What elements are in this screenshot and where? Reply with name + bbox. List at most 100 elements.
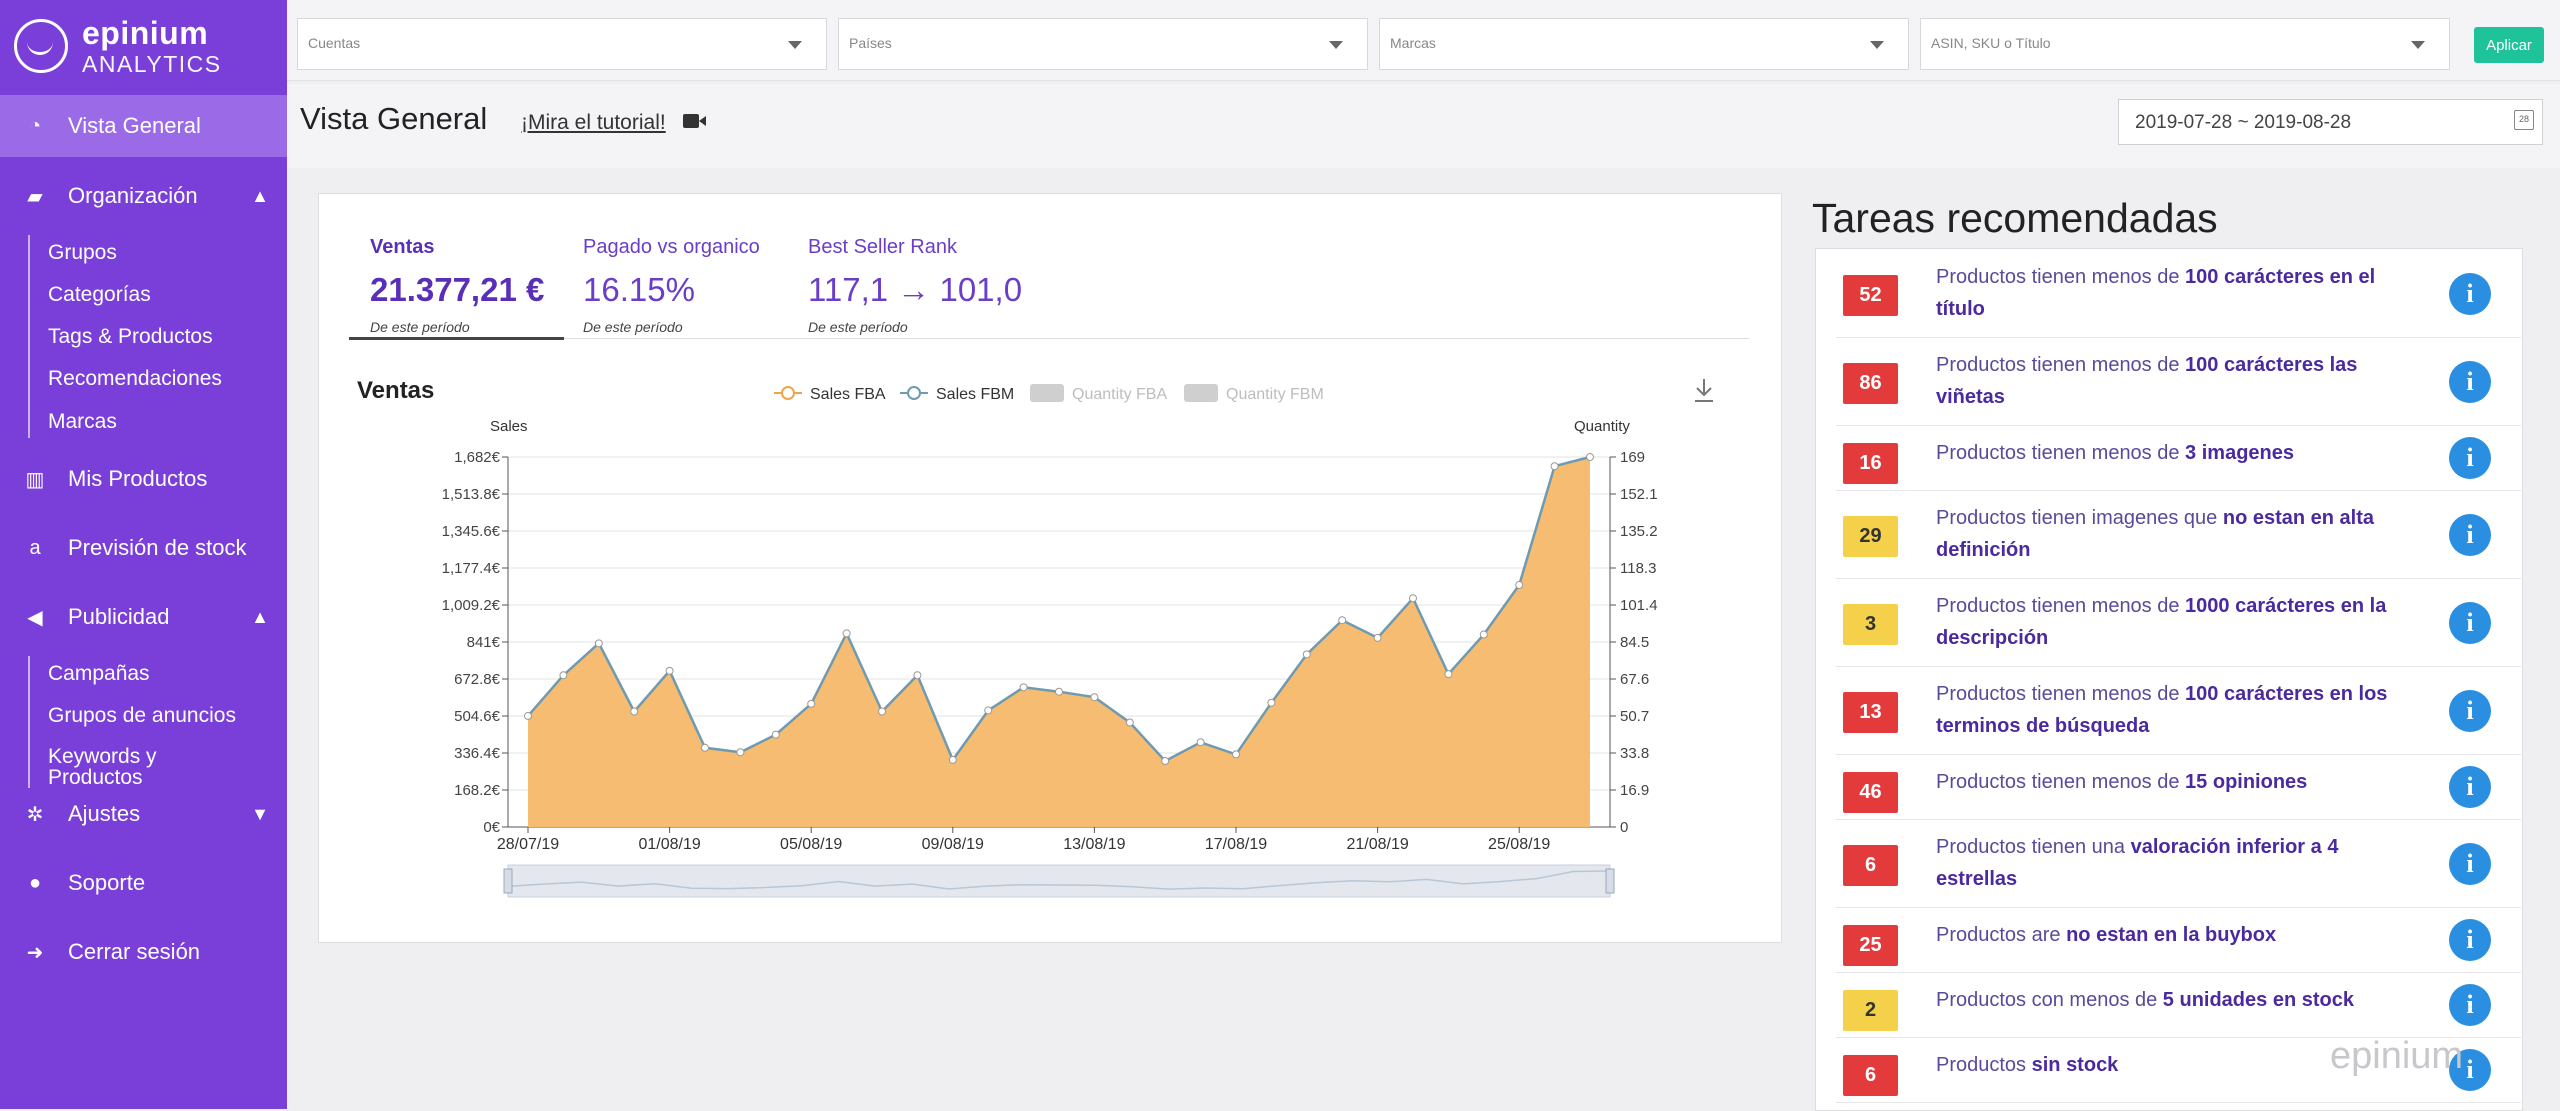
y-tick-label: 504.6€ (454, 708, 501, 725)
task-count-badge: 3 (1843, 604, 1898, 645)
sidebar-item-label: Mis Productos (68, 466, 208, 491)
info-icon[interactable]: i (2449, 919, 2491, 961)
asin-select[interactable]: ASIN, SKU o Título (1920, 18, 2450, 70)
legend-label[interactable]: Quantity FBM (1226, 386, 1324, 403)
info-icon[interactable]: i (2449, 984, 2491, 1026)
task-row[interactable]: 16 Productos tienen menos de 3 imagenes i (1836, 425, 2521, 491)
task-text: Productos tienen menos de 3 imagenes (1936, 437, 2416, 469)
legend-label[interactable]: Quantity FBA (1072, 386, 1167, 403)
caret-down-icon (788, 41, 802, 49)
sidebar-subitem-keywords-productos[interactable]: Keywords y Productos (48, 746, 157, 788)
info-icon[interactable]: i (2449, 602, 2491, 644)
y2-tick-label: 84.5 (1620, 634, 1649, 651)
select-placeholder: Cuentas (308, 35, 361, 51)
chevron-down-icon: ▼ (251, 803, 269, 824)
sidebar-item-prevision-stock[interactable]: a Previsión de stock (0, 517, 287, 579)
x-tick-label: 05/08/19 (780, 836, 842, 853)
data-point (1479, 630, 1488, 639)
info-icon[interactable]: i (2449, 273, 2491, 315)
y2-tick-label: 50.7 (1620, 708, 1649, 725)
legend-label[interactable]: Sales FBM (936, 386, 1014, 403)
info-icon[interactable]: i (2449, 690, 2491, 732)
task-text-prefix: Productos tienen menos de (1936, 354, 2186, 376)
x-tick-label: 28/07/19 (497, 836, 559, 853)
video-camera-icon[interactable] (683, 114, 706, 128)
sidebar-subitem-tags-productos[interactable]: Tags & Productos (48, 325, 213, 349)
task-row[interactable]: 2 Productos con menos de 5 unidades en st… (1836, 972, 2521, 1038)
date-range-picker[interactable]: 2019-07-28 ~ 2019-08-28 28 (2118, 99, 2543, 145)
task-text-prefix: Productos are (1936, 924, 2067, 946)
cuentas-select[interactable]: Cuentas (297, 18, 827, 70)
data-point (1055, 687, 1063, 696)
sidebar-subitem-grupos-anuncios[interactable]: Grupos de anuncios (48, 704, 236, 728)
legend-swatch (1184, 384, 1218, 402)
task-text: Productos tienen una valoración inferior… (1936, 831, 2416, 895)
task-row[interactable]: 52 Productos tienen menos de 100 carácter… (1836, 249, 2521, 338)
chevron-up-icon: ▲ (251, 606, 269, 627)
data-point (948, 755, 957, 764)
zoom-handle-left[interactable] (503, 868, 513, 894)
task-text-prefix: Productos tienen menos de (1936, 266, 2186, 288)
sidebar-item-organizacion[interactable]: ▰ Organización ▲ (0, 165, 287, 227)
task-row[interactable]: 46 Productos tienen menos de 15 opiniones… (1836, 754, 2521, 820)
task-text-highlight: 5 unidades en stock (2162, 989, 2354, 1011)
kpi-period: De este período (808, 319, 908, 335)
info-icon[interactable]: i (2449, 766, 2491, 808)
y2-tick-label: 169 (1620, 449, 1645, 466)
kpi-label: Ventas (370, 236, 435, 258)
sidebar-item-cerrar-sesion[interactable]: ➜ Cerrar sesión (0, 921, 287, 983)
task-row[interactable]: 29 Productos tienen imagenes que no estan… (1836, 490, 2521, 579)
sidebar-item-label: Vista General (68, 113, 201, 138)
zoom-handle-right[interactable] (1605, 868, 1615, 894)
y2-axis-label: Quantity (1574, 418, 1630, 435)
sidebar-item-label: Previsión de stock (68, 535, 247, 560)
logo[interactable]: epinium ANALYTICS (0, 0, 287, 92)
y2-tick-label: 135.2 (1620, 523, 1658, 540)
task-text-highlight: 3 imagenes (2185, 442, 2294, 464)
kpi-label: Best Seller Rank (808, 236, 957, 258)
caret-down-icon (1870, 41, 1884, 49)
sidebar-subitem-marcas[interactable]: Marcas (48, 410, 117, 434)
y2-tick-label: 0 (1620, 819, 1628, 836)
sidebar-subitem-categorias[interactable]: Categorías (48, 283, 151, 307)
task-row[interactable]: 86 Productos tienen menos de 100 carácter… (1836, 337, 2521, 426)
y-tick-label: 672.8€ (454, 671, 501, 688)
legend-label[interactable]: Sales FBA (810, 386, 886, 403)
sidebar-item-vista-general[interactable]: ◔ Vista General (0, 95, 287, 157)
task-count-badge: 29 (1843, 516, 1898, 557)
y-axis-label: Sales (490, 418, 528, 435)
task-text: Productos tienen menos de 1000 caráctere… (1936, 590, 2416, 654)
sidebar-subitem-grupos[interactable]: Grupos (48, 241, 117, 265)
sidebar-item-mis-productos[interactable]: ▥ Mis Productos (0, 448, 287, 510)
y-tick-label: 168.2€ (454, 782, 501, 799)
sidebar-item-soporte[interactable]: ● Soporte (0, 852, 287, 914)
kpi-ventas[interactable]: Ventas 21.377,21 € De este período (370, 236, 544, 335)
sidebar-item-ajustes[interactable]: ✲ Ajustes ▼ (0, 783, 287, 845)
sidebar-subitem-campanas[interactable]: Campañas (48, 662, 150, 686)
task-row[interactable]: 6 Productos tienen una valoración inferio… (1836, 819, 2521, 908)
megaphone-icon: ◀ (27, 606, 43, 629)
caret-down-icon (1329, 41, 1343, 49)
info-icon[interactable]: i (2449, 843, 2491, 885)
task-row[interactable]: 25 Productos are no estan en la buybox i (1836, 907, 2521, 973)
y-tick-label: 0€ (483, 819, 500, 836)
y-tick-label: 1,513.8€ (442, 486, 501, 503)
sidebar-item-publicidad[interactable]: ◀ Publicidad ▲ (0, 586, 287, 648)
task-text-prefix: Productos tienen menos de (1936, 771, 2186, 793)
tutorial-link[interactable]: ¡Mira el tutorial! (521, 111, 666, 135)
paises-select[interactable]: Países (838, 18, 1368, 70)
sidebar-subitem-recomendaciones[interactable]: Recomendaciones (48, 367, 222, 391)
marcas-select[interactable]: Marcas (1379, 18, 1909, 70)
kpi-pagado-organico[interactable]: Pagado vs organico 16.15% De este períod… (583, 236, 760, 335)
info-icon[interactable]: i (2449, 361, 2491, 403)
kpi-best-seller-rank[interactable]: Best Seller Rank 117,1 → 101,0 De este p… (808, 236, 1022, 335)
download-icon[interactable] (1695, 379, 1713, 402)
task-row[interactable]: 3 Productos tienen menos de 1000 carácter… (1836, 578, 2521, 667)
info-icon[interactable]: i (2449, 437, 2491, 479)
info-icon[interactable]: i (2449, 514, 2491, 556)
apply-button[interactable]: Aplicar (2474, 27, 2544, 63)
data-point (1125, 718, 1134, 727)
kpi-period: De este período (583, 319, 683, 335)
task-row[interactable]: 13 Productos tienen menos de 100 carácter… (1836, 666, 2521, 755)
gear-icon: ✲ (26, 803, 44, 826)
